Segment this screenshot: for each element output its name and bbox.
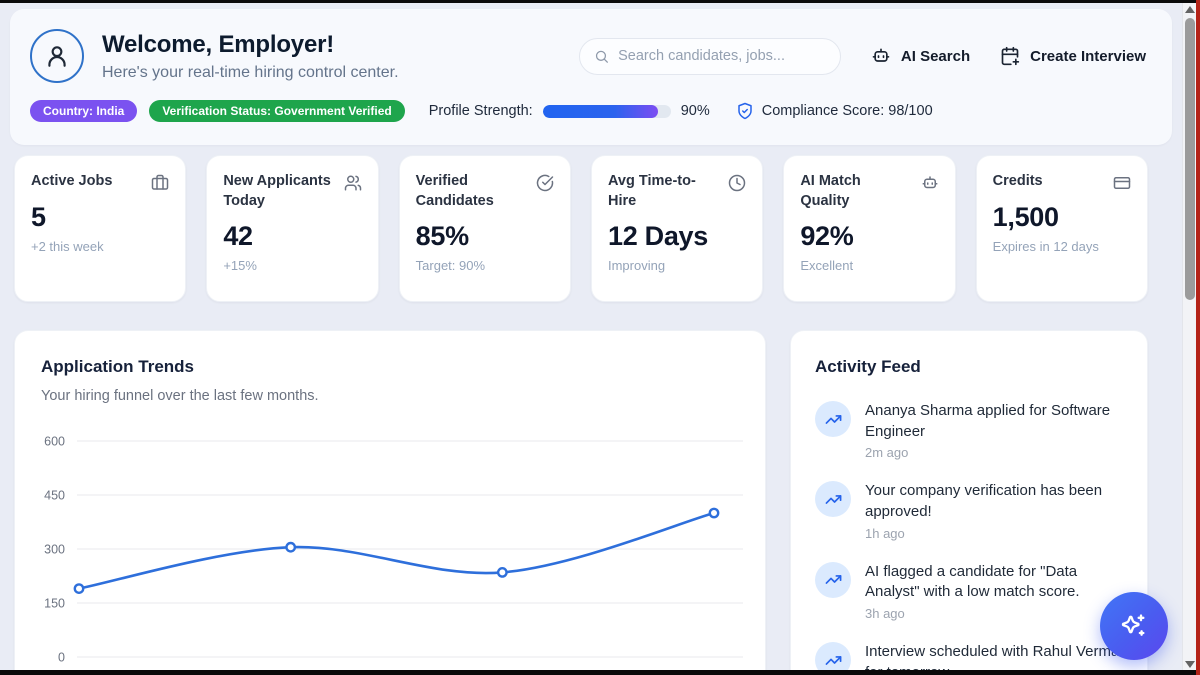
- stat-sub: Expires in 12 days: [993, 239, 1131, 254]
- trending-up-icon: [815, 562, 851, 598]
- stat-label: Verified Candidates: [416, 172, 528, 211]
- welcome-block: Welcome, Employer! Here's your real-time…: [30, 29, 399, 83]
- avatar[interactable]: [30, 29, 84, 83]
- sparkles-icon: [1120, 612, 1148, 640]
- search-icon: [594, 48, 609, 65]
- profile-strength-label: Profile Strength:: [429, 103, 533, 119]
- verification-status-badge: Verification Status: Government Verified: [149, 100, 404, 122]
- stat-card-avg-time-to-hire[interactable]: Avg Time-to-Hire 12 Days Improving: [591, 155, 763, 302]
- feed-item-text: AI flagged a candidate for "Data Analyst…: [865, 562, 1123, 603]
- country-badge: Country: India: [30, 100, 137, 122]
- page-title: Welcome, Employer!: [102, 31, 399, 59]
- profile-strength: Profile Strength: 90%: [429, 103, 710, 119]
- bot-icon: [871, 46, 891, 66]
- feed-item[interactable]: AI flagged a candidate for "Data Analyst…: [815, 562, 1123, 621]
- screen-border-bottom: [0, 670, 1200, 675]
- profile-strength-bar: [543, 105, 671, 118]
- stat-value: 1,500: [993, 202, 1131, 233]
- stat-value: 42: [223, 221, 361, 252]
- users-icon: [344, 174, 362, 192]
- svg-text:0: 0: [58, 651, 65, 665]
- chart-title: Application Trends: [41, 357, 745, 377]
- feed-item-time: 2m ago: [865, 445, 1123, 460]
- stat-sub: Improving: [608, 258, 746, 273]
- ai-search-label: AI Search: [901, 48, 970, 65]
- stat-sub: +15%: [223, 258, 361, 273]
- stat-value: 12 Days: [608, 221, 746, 252]
- stat-card-ai-match-quality[interactable]: AI Match Quality 92% Excellent: [783, 155, 955, 302]
- screen-border-right: [1196, 0, 1200, 675]
- svg-text:450: 450: [44, 489, 65, 503]
- search-box[interactable]: [579, 38, 841, 75]
- feed-item-text: Ananya Sharma applied for Software Engin…: [865, 401, 1123, 442]
- stat-sub: +2 this week: [31, 239, 169, 254]
- stat-value: 85%: [416, 221, 554, 252]
- svg-text:300: 300: [44, 543, 65, 557]
- page-subtitle: Here's your real-time hiring control cen…: [102, 64, 399, 82]
- trending-up-icon: [815, 401, 851, 437]
- application-trends-chart: 0 150 300 450 600: [41, 422, 753, 672]
- vertical-scrollbar[interactable]: [1182, 0, 1196, 675]
- feed-item-time: 1h ago: [865, 526, 1123, 541]
- scrollbar-thumb[interactable]: [1185, 18, 1195, 300]
- svg-text:150: 150: [44, 597, 65, 611]
- application-trends-card: Application Trends Your hiring funnel ov…: [14, 330, 766, 675]
- stat-value: 92%: [800, 221, 938, 252]
- screen-border-top: [0, 0, 1200, 3]
- search-input[interactable]: [618, 48, 826, 64]
- scroll-up-arrow[interactable]: [1183, 2, 1197, 16]
- stat-value: 5: [31, 202, 169, 233]
- stat-label: Credits: [993, 172, 1043, 192]
- profile-strength-value: 90%: [681, 103, 710, 119]
- stat-card-new-applicants[interactable]: New Applicants Today 42 +15%: [206, 155, 378, 302]
- stats-row: Active Jobs 5 +2 this week New Applicant…: [14, 155, 1148, 302]
- feed-item-text: Your company verification has been appro…: [865, 481, 1123, 522]
- activity-feed-card: Activity Feed Ananya Sharma applied for …: [790, 330, 1148, 675]
- briefcase-icon: [151, 174, 169, 192]
- stat-card-verified-candidates[interactable]: Verified Candidates 85% Target: 90%: [399, 155, 571, 302]
- bot-icon: [921, 174, 939, 192]
- stat-label: New Applicants Today: [223, 172, 335, 211]
- stat-sub: Excellent: [800, 258, 938, 273]
- create-interview-label: Create Interview: [1030, 48, 1146, 65]
- feed-item-time: 3h ago: [865, 606, 1123, 621]
- feed-item[interactable]: Ananya Sharma applied for Software Engin…: [815, 401, 1123, 460]
- scroll-down-arrow[interactable]: [1183, 657, 1197, 671]
- compliance-score: Compliance Score: 98/100: [736, 102, 933, 120]
- header: Welcome, Employer! Here's your real-time…: [10, 9, 1172, 145]
- ai-assistant-fab[interactable]: [1100, 592, 1168, 660]
- svg-text:600: 600: [44, 435, 65, 449]
- main-row: Application Trends Your hiring funnel ov…: [14, 330, 1148, 675]
- chart-subtitle: Your hiring funnel over the last few mon…: [41, 388, 745, 404]
- shield-check-icon: [736, 102, 754, 120]
- stat-card-credits[interactable]: Credits 1,500 Expires in 12 days: [976, 155, 1148, 302]
- dashboard-frame: Welcome, Employer! Here's your real-time…: [0, 0, 1200, 675]
- clock-icon: [728, 174, 746, 192]
- profile-strength-fill: [543, 105, 658, 118]
- trending-up-icon: [815, 481, 851, 517]
- stat-label: AI Match Quality: [800, 172, 912, 211]
- stat-label: Avg Time-to-Hire: [608, 172, 720, 211]
- compliance-score-label: Compliance Score: 98/100: [762, 103, 933, 119]
- activity-feed-title: Activity Feed: [815, 357, 1123, 377]
- ai-search-button[interactable]: AI Search: [871, 46, 970, 66]
- create-interview-button[interactable]: Create Interview: [1000, 46, 1146, 66]
- credit-card-icon: [1113, 174, 1131, 192]
- user-icon: [44, 43, 70, 69]
- calendar-plus-icon: [1000, 46, 1020, 66]
- stat-card-active-jobs[interactable]: Active Jobs 5 +2 this week: [14, 155, 186, 302]
- check-circle-icon: [536, 174, 554, 192]
- feed-item[interactable]: Your company verification has been appro…: [815, 481, 1123, 540]
- stat-sub: Target: 90%: [416, 258, 554, 273]
- stat-label: Active Jobs: [31, 172, 112, 192]
